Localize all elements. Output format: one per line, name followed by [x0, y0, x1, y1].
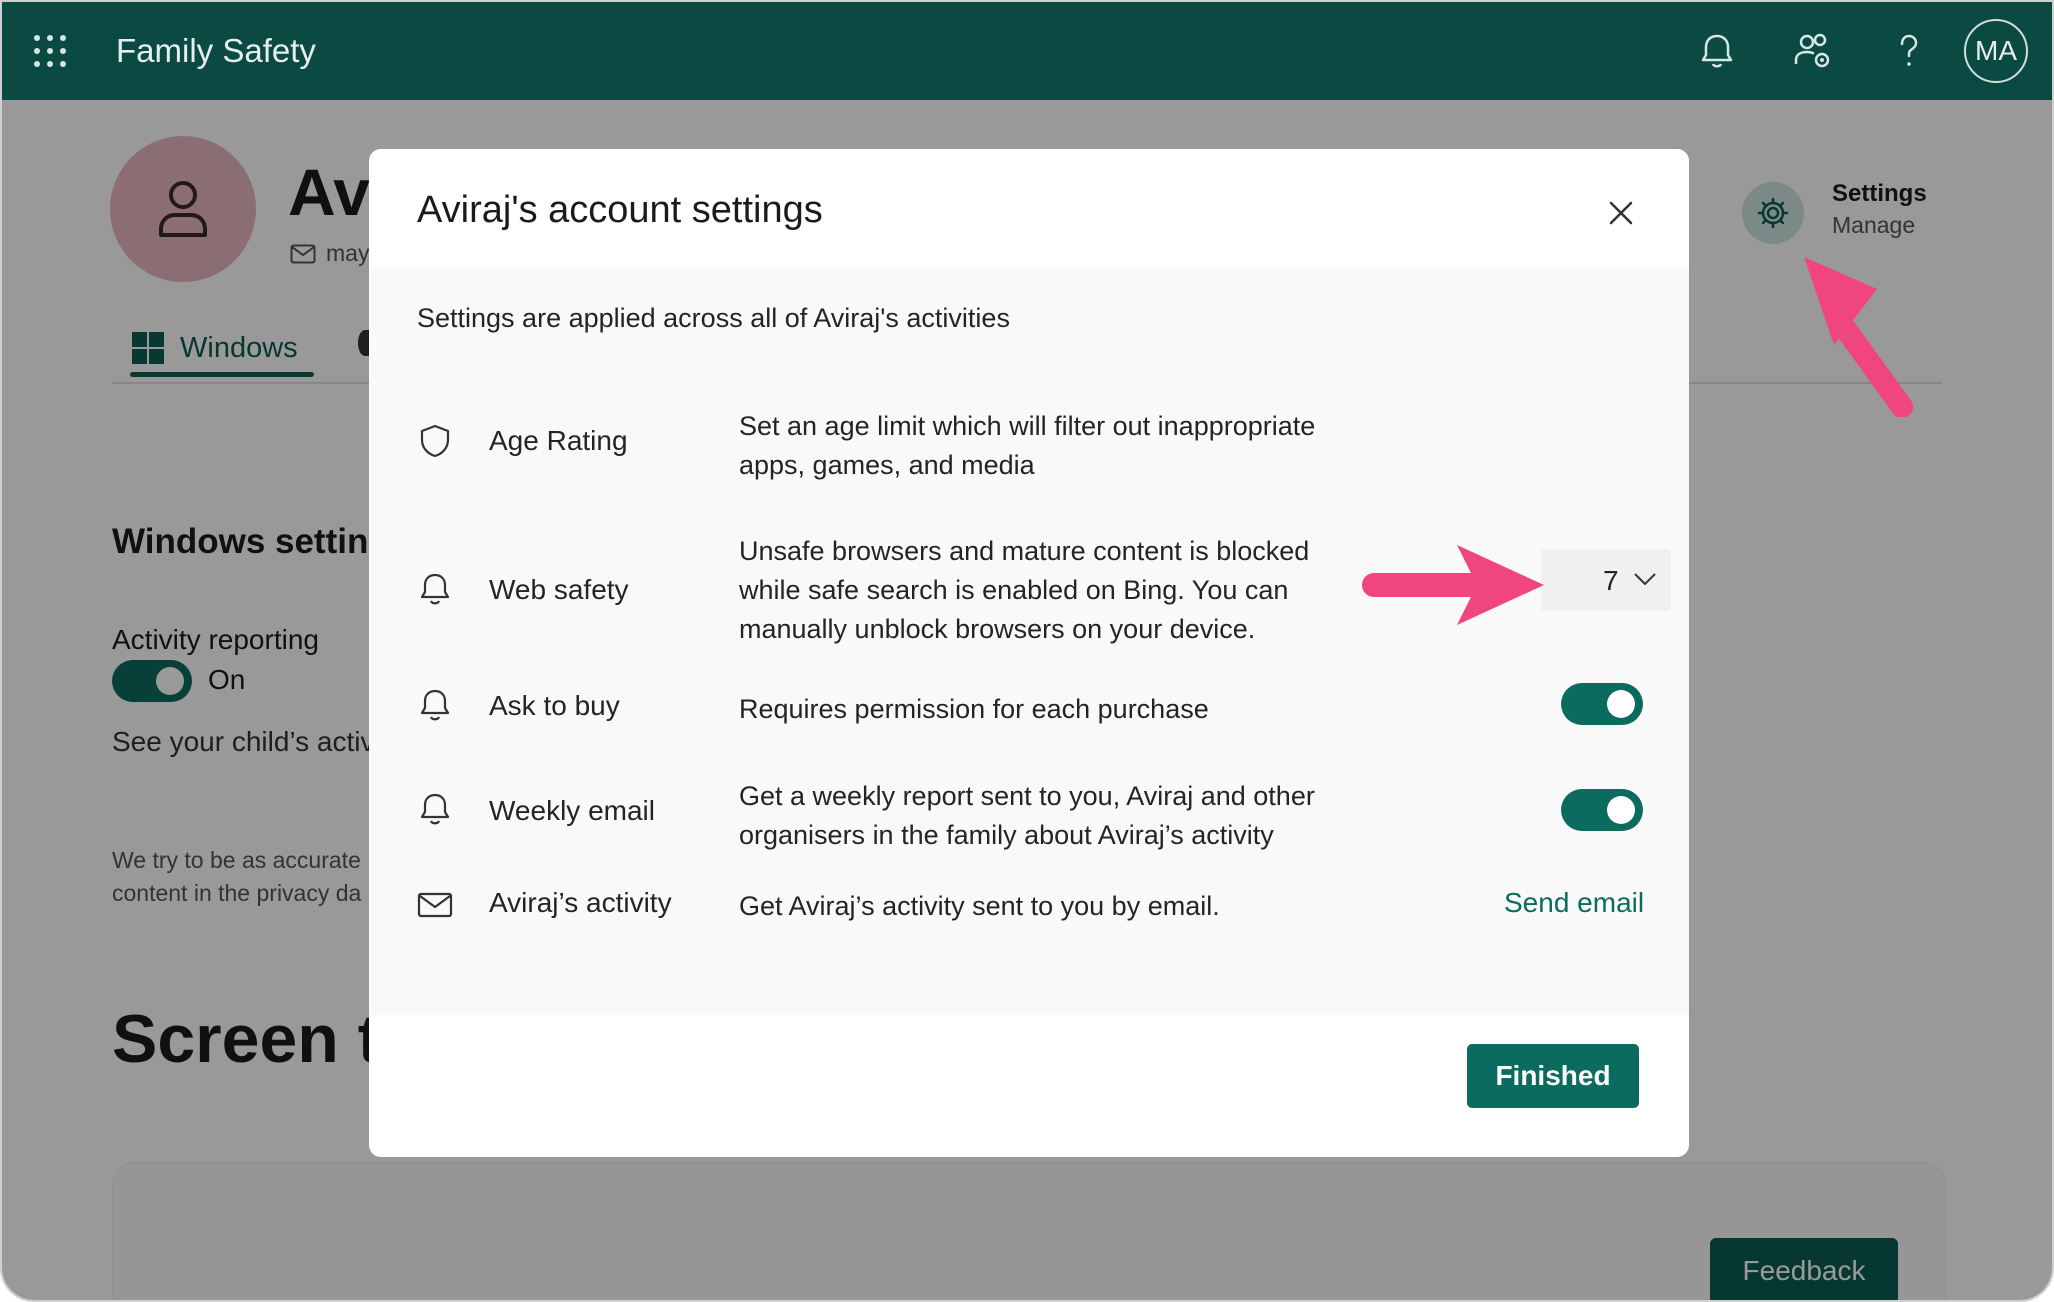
age-rating-desc-line-1: Set an age limit which will filter out i… [739, 411, 1316, 441]
weekly-email-desc-line-2: organisers in the family about Aviraj’s … [739, 820, 1274, 850]
weekly-email-desc: Get a weekly report sent to you, Aviraj … [739, 777, 1315, 855]
annotation-arrow-settings [1804, 257, 1913, 417]
age-rating-desc: Set an age limit which will filter out i… [739, 407, 1315, 485]
activity-email-desc: Get Aviraj’s activity sent to you by ema… [739, 887, 1220, 926]
annotation-arrow-web-safety [1362, 545, 1544, 625]
bell-icon [420, 689, 450, 721]
bell-icon [420, 793, 450, 825]
web-safety-desc: Unsafe browsers and mature content is bl… [739, 532, 1309, 649]
age-rating-select[interactable]: 7 [1541, 549, 1671, 611]
ask-to-buy-toggle[interactable] [1561, 683, 1643, 725]
dialog-intro: Settings are applied across all of Avira… [417, 303, 1010, 333]
dialog-header: Aviraj's account settings [369, 149, 1689, 267]
account-settings-dialog: Aviraj's account settings Settings are a… [369, 149, 1689, 1157]
waffle-icon[interactable] [34, 35, 68, 69]
web-safety-label: Web safety [489, 574, 629, 605]
mail-icon [417, 892, 453, 918]
close-icon[interactable] [1601, 193, 1641, 233]
weekly-email-label: Weekly email [489, 795, 655, 826]
ask-to-buy-desc: Requires permission for each purchase [739, 690, 1209, 729]
age-rating-desc-line-2: apps, games, and media [739, 450, 1035, 480]
web-safety-desc-line-1: Unsafe browsers and mature content is bl… [739, 536, 1310, 566]
bell-icon[interactable] [1694, 28, 1740, 74]
activity-email-label: Aviraj’s activity [489, 887, 672, 918]
app-title: Family Safety [116, 32, 316, 69]
send-email-link[interactable]: Send email [1504, 887, 1644, 919]
age-rating-value: 7 [1603, 565, 1619, 596]
bell-icon [420, 573, 450, 605]
user-avatar[interactable]: MA [1964, 19, 2028, 83]
web-safety-desc-line-2: while safe search is enabled on Bing. Yo… [739, 575, 1289, 605]
ask-to-buy-label: Ask to buy [489, 690, 620, 721]
weekly-email-toggle[interactable] [1561, 789, 1643, 831]
chevron-down-icon [1634, 573, 1656, 586]
help-icon[interactable] [1886, 28, 1932, 74]
ask-to-buy-desc-line-1: Requires permission for each purchase [739, 694, 1209, 724]
weekly-email-desc-line-1: Get a weekly report sent to you, Aviraj … [739, 781, 1315, 811]
shield-icon [420, 424, 450, 458]
dialog-title: Aviraj's account settings [417, 189, 823, 231]
activity-email-desc-line-1: Get Aviraj’s activity sent to you by ema… [739, 891, 1220, 921]
web-safety-desc-line-3: manually unblock browsers on your device… [739, 614, 1256, 644]
finished-button[interactable]: Finished [1467, 1044, 1639, 1108]
age-rating-label: Age Rating [489, 425, 628, 456]
dialog-body: Settings are applied across all of Avira… [369, 267, 1689, 1015]
top-bar: Family Safety MA [2, 2, 2052, 100]
people-settings-icon[interactable] [1790, 28, 1836, 74]
window-frame: Family Safety MA Avi may Windows Setting… [0, 0, 2054, 1302]
